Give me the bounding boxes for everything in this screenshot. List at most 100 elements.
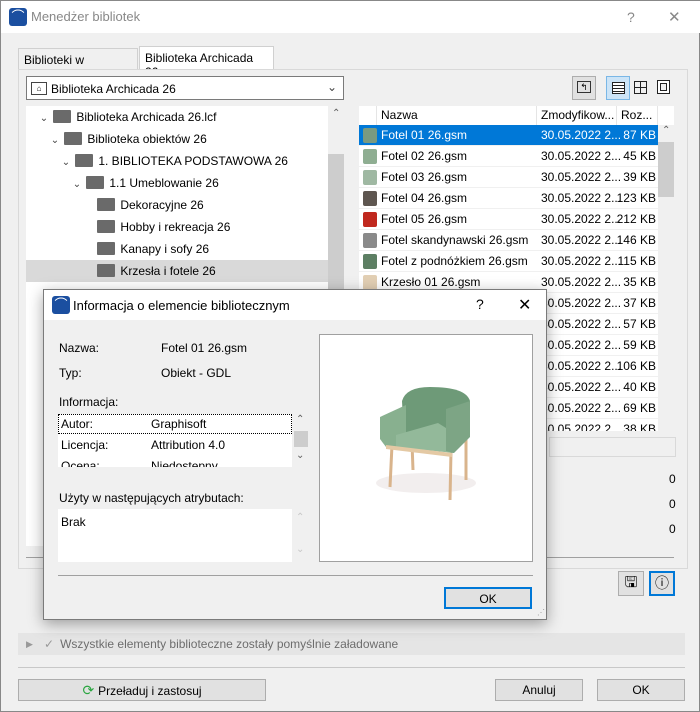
item-size: 40 KB — [623, 380, 656, 394]
armchair-icon — [363, 149, 377, 164]
list-item[interactable]: Fotel skandynawski 26.gsm 30.05.2022 2...… — [359, 230, 658, 251]
folder-icon — [64, 132, 83, 146]
list-scrollbar[interactable]: ⌃ — [658, 125, 674, 431]
chevron-down-icon[interactable]: ⌄ — [38, 108, 50, 130]
info-scrollbar[interactable]: ⌃ ⌄ — [294, 414, 308, 467]
chevron-down-icon[interactable]: ⌄ — [60, 152, 72, 174]
dialog-divider — [58, 575, 533, 576]
scroll-up-icon[interactable]: ⌃ — [296, 414, 304, 425]
tree-item[interactable]: Dekoracyjne 26 — [26, 194, 328, 216]
archicad-logo-icon: ⌒ — [9, 8, 27, 26]
item-date: 30.05.2022 2... — [541, 422, 622, 431]
tree-item[interactable]: ⌄ 1. BIBLIOTEKA PODSTAWOWA 26 — [26, 150, 328, 172]
scroll-up-icon[interactable]: ⌃ — [662, 125, 670, 136]
item-name: Fotel 04 26.gsm — [381, 191, 468, 205]
armchair-icon — [363, 191, 377, 206]
close-button[interactable]: ✕ — [668, 8, 681, 26]
tree-item[interactable]: Krzesła i fotele 26 — [26, 260, 328, 282]
scroll-up-icon[interactable]: ⌃ — [332, 108, 340, 119]
item-date: 30.05.2022 2... — [541, 170, 622, 184]
library-select[interactable]: ⌂ Biblioteka Archicada 26 ⌄ — [26, 76, 344, 100]
info-row[interactable]: Autor: Graphisoft — [61, 417, 291, 435]
tree-item[interactable]: Hobby i rekreacja 26 — [26, 216, 328, 238]
info-row[interactable]: Ocena: Niedostępny — [61, 459, 291, 467]
tree-item[interactable]: ⌄ Biblioteka obiektów 26 — [26, 128, 328, 150]
tree-item[interactable]: ⌄ 1.1 Umeblowanie 26 — [26, 172, 328, 194]
grid-view-button[interactable] — [634, 81, 647, 94]
armchair-icon — [363, 233, 377, 248]
item-size: 38 KB — [623, 422, 656, 431]
item-name: Fotel skandynawski 26.gsm — [381, 233, 529, 247]
info-scroll-thumb[interactable] — [294, 431, 308, 447]
armchair-preview — [376, 387, 476, 501]
info-label: Informacja: — [59, 395, 119, 409]
tab-libraries-in-project[interactable]: Biblioteki w projekcie — [18, 48, 138, 81]
reload-apply-button[interactable]: ⟳ Przeładuj i zastosuj — [18, 679, 266, 701]
parent-folder-button[interactable]: ↰ — [572, 76, 596, 100]
tree-item[interactable]: ⌄ Biblioteka Archicada 26.lcf — [26, 106, 328, 128]
list-scroll-thumb[interactable] — [658, 142, 674, 197]
preview-image — [319, 334, 533, 562]
count-1: 0 — [669, 472, 676, 486]
list-item[interactable]: Fotel z podnóżkiem 26.gsm 30.05.2022 2...… — [359, 251, 658, 272]
item-date: 30.05.2022 2... — [541, 254, 622, 268]
resize-grip-icon[interactable]: ⋰ — [537, 608, 545, 617]
list-item[interactable]: Fotel 03 26.gsm 30.05.2022 2... 39 KB — [359, 167, 658, 188]
tree-scroll-thumb[interactable] — [328, 154, 344, 294]
info-button[interactable]: ⓘ — [649, 571, 675, 596]
item-date: 30.05.2022 2... — [541, 233, 622, 247]
item-date: 30.05.2022 2... — [541, 212, 622, 226]
item-size: 146 KB — [616, 233, 656, 247]
info-key: Ocena: — [61, 459, 100, 467]
tree-item-label: Biblioteka Archicada 26.lcf — [76, 110, 217, 124]
expand-icon[interactable]: ▶ — [26, 633, 33, 655]
title-bar: ⌒ Menedżer bibliotek ? ✕ — [1, 1, 700, 33]
tree-item[interactable]: Kanapy i sofy 26 — [26, 238, 328, 260]
dialog-help-button[interactable]: ? — [476, 296, 484, 312]
ok-button[interactable]: OK — [597, 679, 685, 701]
folder-icon — [86, 176, 105, 190]
preview-view-button[interactable] — [657, 80, 670, 94]
item-name: Fotel 01 26.gsm — [381, 128, 468, 142]
dialog-close-button[interactable]: ✕ — [518, 295, 531, 315]
list-view-button[interactable] — [606, 76, 630, 100]
help-button[interactable]: ? — [627, 9, 635, 25]
scroll-down-icon[interactable]: ⌄ — [296, 450, 304, 461]
item-size: 69 KB — [623, 401, 656, 415]
list-item[interactable]: Fotel 04 26.gsm 30.05.2022 2... 123 KB — [359, 188, 658, 209]
armchair-icon — [363, 212, 377, 227]
divider — [18, 667, 685, 668]
tree-item-label: 1. BIBLIOTEKA PODSTAWOWA 26 — [98, 154, 288, 168]
list-item[interactable]: Fotel 02 26.gsm 30.05.2022 2... 45 KB — [359, 146, 658, 167]
list-item[interactable]: Fotel 05 26.gsm 30.05.2022 2... 212 KB — [359, 209, 658, 230]
col-size[interactable]: Roz... — [617, 106, 658, 125]
item-name: Fotel z podnóżkiem 26.gsm — [381, 254, 528, 268]
tree-item-label: Biblioteka obiektów 26 — [87, 132, 207, 146]
library-icon: ⌂ — [31, 82, 47, 95]
cancel-button[interactable]: Anuluj — [495, 679, 583, 701]
col-modified[interactable]: Zmodyfikow... — [537, 106, 617, 125]
list-item[interactable]: Fotel 01 26.gsm 30.05.2022 2... 87 KB — [359, 125, 658, 146]
status-text: Wszystkie elementy biblioteczne zostały … — [60, 637, 399, 651]
info-table[interactable]: Autor: Graphisoft Licencja: Attribution 4.0… — [58, 414, 292, 467]
item-date: 30.05.2022 2... — [541, 338, 622, 352]
col-name[interactable]: Nazwa — [377, 106, 537, 125]
tree-item-label: Dekoracyjne 26 — [120, 198, 204, 212]
save-button[interactable]: 🖫 — [618, 571, 644, 596]
folder-icon — [97, 220, 116, 234]
name-value: Fotel 01 26.gsm — [161, 341, 248, 355]
type-value: Obiekt - GDL — [161, 366, 232, 380]
dialog-ok-button[interactable]: OK — [444, 587, 532, 609]
info-row[interactable]: Licencja: Attribution 4.0 — [61, 438, 291, 456]
item-size: 123 KB — [616, 191, 656, 205]
item-size: 106 KB — [616, 359, 656, 373]
chevron-down-icon[interactable]: ⌄ — [49, 130, 61, 152]
item-name: Fotel 05 26.gsm — [381, 212, 468, 226]
armchair-icon — [363, 254, 377, 269]
item-date: 30.05.2022 2... — [541, 296, 622, 310]
tab-archicad-library[interactable]: Biblioteka Archicada 26 — [139, 46, 274, 79]
tree-item-label: Kanapy i sofy 26 — [120, 242, 210, 256]
chevron-down-icon[interactable]: ⌄ — [71, 174, 83, 196]
info-value: Graphisoft — [151, 417, 207, 431]
name-label: Nazwa: — [59, 341, 100, 355]
